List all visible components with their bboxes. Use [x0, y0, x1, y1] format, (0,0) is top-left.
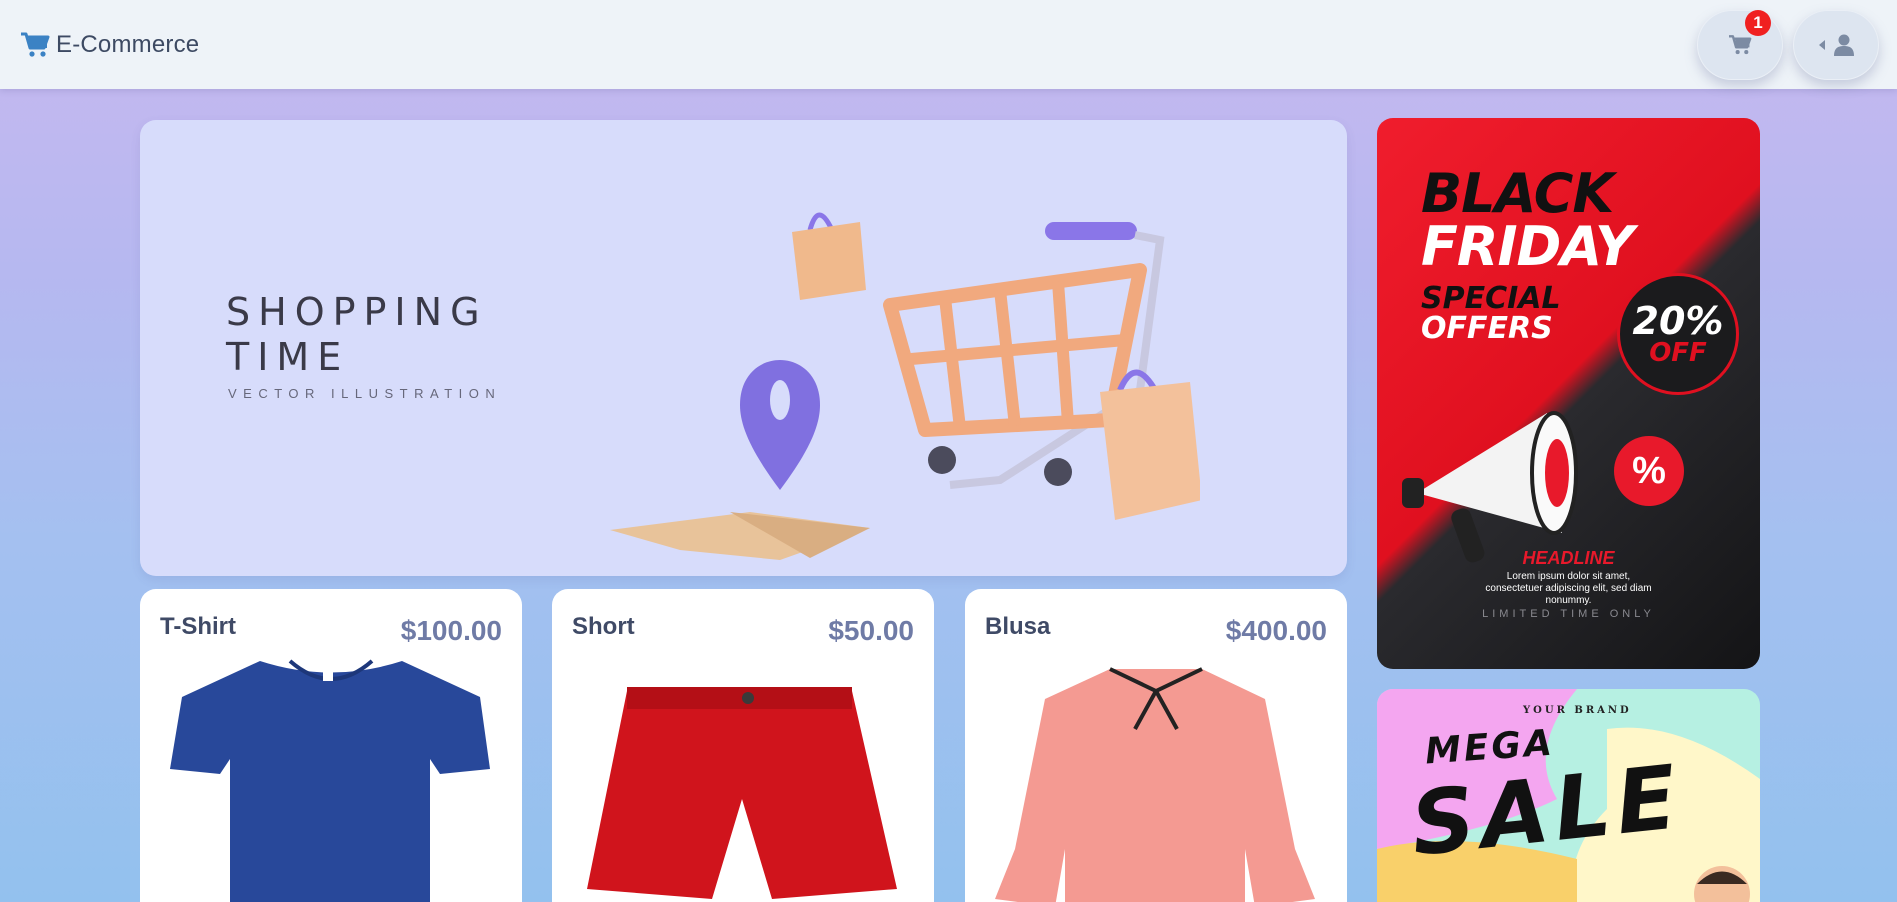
discount-tag: 20% OFF	[1617, 273, 1739, 395]
product-image-tshirt	[170, 659, 490, 902]
bf-line2: FRIDAY	[1421, 215, 1634, 278]
mega-brand: YOUR BRAND	[1523, 705, 1632, 716]
brand[interactable]: E-Commerce	[20, 31, 199, 59]
product-price: $100.00	[400, 615, 502, 646]
bf-headline: HEADLINE	[1522, 548, 1615, 568]
discount-value: 20%	[1632, 299, 1724, 343]
product-card-tshirt[interactable]: T-Shirt $100.00	[140, 589, 522, 902]
hero-subtitle: VECTOR ILLUSTRATION	[228, 386, 502, 401]
mega-sale-banner[interactable]: YOUR BRAND MEGA SALE	[1377, 689, 1760, 902]
black-friday-banner[interactable]: BLACK FRIDAY SPECIAL OFFERS 20% OFF % HE…	[1377, 118, 1760, 669]
cart-button[interactable]: 1	[1697, 9, 1783, 80]
header-actions: 1	[1697, 9, 1879, 80]
discount-suffix: OFF	[1649, 338, 1707, 368]
shopping-illustration	[610, 212, 1200, 560]
top-navbar: E-Commerce 1	[0, 0, 1897, 89]
product-price: $50.00	[828, 615, 914, 646]
bf-body: Lorem ipsum dolor sit amet, consectetuer…	[1485, 571, 1652, 606]
cart-icon	[20, 31, 50, 59]
product-card-blusa[interactable]: Blusa $400.00	[965, 589, 1347, 902]
hero-banner[interactable]: SHOPPING TIME VECTOR ILLUSTRATION	[140, 120, 1347, 576]
product-name: Blusa	[985, 613, 1051, 640]
product-image-blusa	[995, 667, 1315, 902]
cart-count-badge: 1	[1745, 9, 1771, 36]
product-price: $400.00	[1225, 615, 1327, 646]
product-name: Short	[572, 613, 635, 640]
cart-icon	[1729, 34, 1752, 54]
user-menu-button[interactable]	[1793, 9, 1879, 80]
bf-line4: OFFERS	[1421, 311, 1553, 346]
product-image-short	[587, 687, 897, 899]
bf-line1: BLACK	[1421, 162, 1614, 225]
product-card-short[interactable]: Short $50.00	[552, 589, 934, 902]
percent-badge: %	[1614, 436, 1684, 506]
megaphone-icon	[1402, 411, 1578, 563]
product-name: T-Shirt	[160, 613, 236, 640]
user-icon	[1834, 34, 1854, 56]
brand-name: E-Commerce	[56, 30, 200, 58]
caret-left-icon	[1819, 39, 1825, 50]
hero-title: SHOPPING TIME	[226, 290, 488, 379]
bf-footer: LIMITED TIME ONLY	[1482, 608, 1655, 620]
